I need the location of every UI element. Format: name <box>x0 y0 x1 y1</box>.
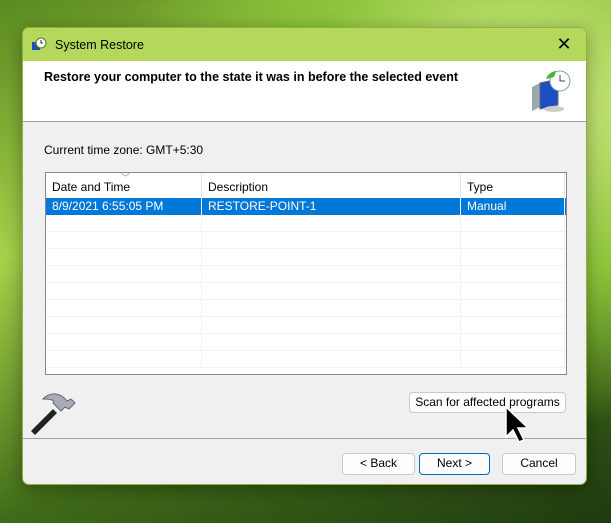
hammer-logo-icon <box>31 393 76 435</box>
empty-cell <box>461 232 565 248</box>
empty-cell <box>202 249 461 265</box>
empty-cell <box>461 249 565 265</box>
empty-cell <box>461 317 565 333</box>
empty-row <box>46 351 566 368</box>
empty-cell <box>46 283 202 299</box>
empty-cell <box>202 266 461 282</box>
empty-cell <box>46 334 202 350</box>
empty-row <box>46 249 566 266</box>
restore-points-list[interactable]: Date and Time Description Type ﹀ 8/9/202… <box>45 172 567 375</box>
timezone-label: Current time zone: GMT+5:30 <box>44 143 204 157</box>
empty-cell <box>461 334 565 350</box>
cell-description: RESTORE-POINT-1 <box>202 198 461 215</box>
empty-cell <box>461 300 565 316</box>
wizard-header: Restore your computer to the state it wa… <box>23 61 586 122</box>
empty-row <box>46 283 566 300</box>
empty-cell <box>46 351 202 367</box>
table-row[interactable]: 8/9/2021 6:55:05 PM RESTORE-POINT-1 Manu… <box>46 198 566 215</box>
empty-cell <box>461 283 565 299</box>
empty-cell <box>202 232 461 248</box>
empty-cell <box>461 351 565 367</box>
empty-row <box>46 300 566 317</box>
empty-cell <box>46 317 202 333</box>
empty-cell <box>46 215 202 231</box>
scan-affected-programs-button[interactable]: Scan for affected programs <box>409 392 566 413</box>
empty-cell <box>202 300 461 316</box>
mouse-cursor-icon <box>505 405 530 443</box>
empty-cell <box>46 266 202 282</box>
back-button[interactable]: < Back <box>342 453 415 475</box>
empty-cell <box>202 215 461 231</box>
sort-chevron-icon: ﹀ <box>121 173 131 183</box>
cell-type: Manual <box>461 198 565 215</box>
window-title: System Restore <box>55 37 144 52</box>
empty-cell <box>202 334 461 350</box>
system-restore-window: System Restore ✕ Restore your computer t… <box>22 27 587 485</box>
empty-row <box>46 215 566 232</box>
empty-cell <box>202 317 461 333</box>
restore-computer-icon <box>532 70 571 112</box>
empty-cell <box>46 249 202 265</box>
empty-cell <box>461 215 565 231</box>
system-restore-icon <box>32 37 47 50</box>
empty-cell <box>202 283 461 299</box>
empty-row <box>46 317 566 334</box>
close-button[interactable]: ✕ <box>542 28 586 61</box>
next-button[interactable]: Next > <box>419 453 490 475</box>
cell-date: 8/9/2021 6:55:05 PM <box>46 198 202 215</box>
empty-cell <box>202 351 461 367</box>
column-type[interactable]: Type <box>461 173 565 198</box>
empty-cell <box>46 300 202 316</box>
empty-row <box>46 266 566 283</box>
empty-cell <box>461 266 565 282</box>
page-heading: Restore your computer to the state it wa… <box>44 70 458 84</box>
empty-row <box>46 334 566 351</box>
title-bar[interactable]: System Restore ✕ <box>23 28 586 61</box>
cancel-button[interactable]: Cancel <box>502 453 576 475</box>
column-description[interactable]: Description <box>202 173 461 198</box>
divider <box>23 438 586 439</box>
table-header: Date and Time Description Type ﹀ <box>46 173 566 198</box>
empty-cell <box>46 232 202 248</box>
empty-row <box>46 232 566 249</box>
